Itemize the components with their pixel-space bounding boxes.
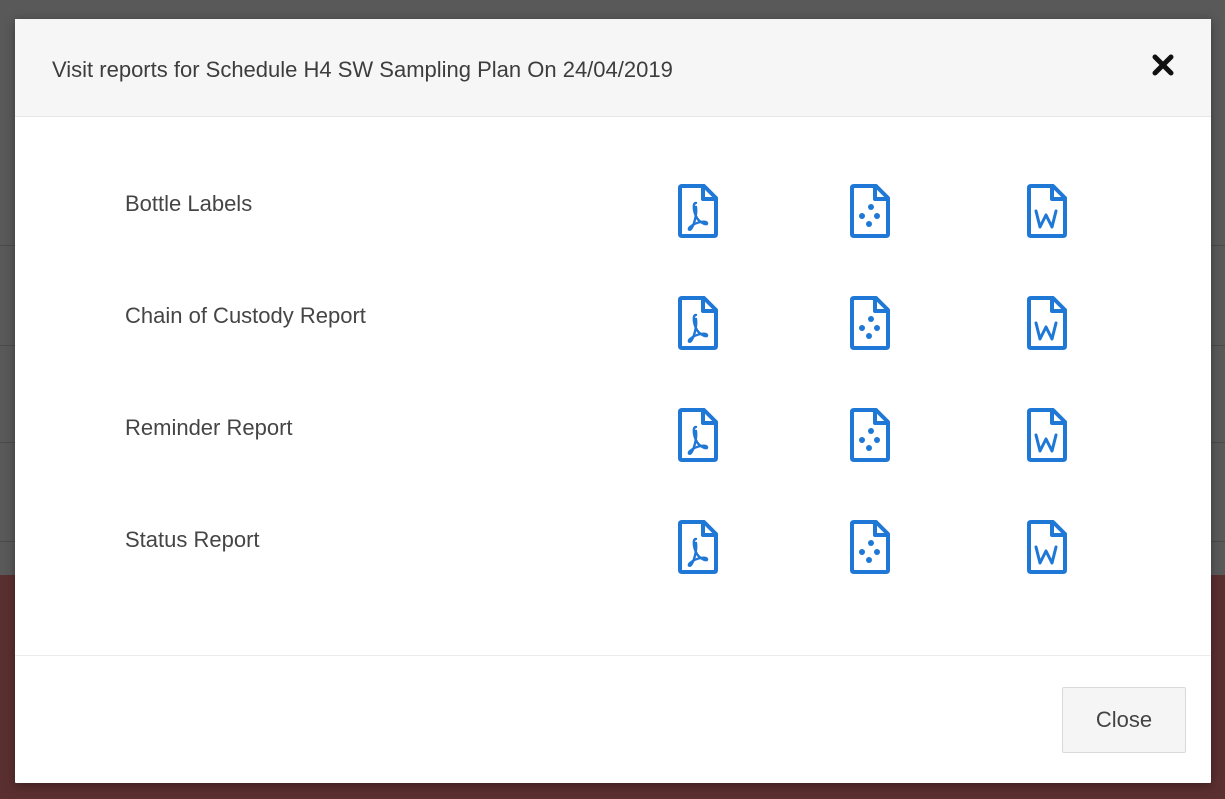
pdf-file-icon[interactable] <box>677 519 719 575</box>
close-x-icon[interactable] <box>1145 47 1181 83</box>
word-file-icon[interactable] <box>1026 519 1068 575</box>
close-button[interactable]: Close <box>1062 687 1186 753</box>
report-row: Status Report <box>15 453 1211 565</box>
modal-header: Visit reports for Schedule H4 SW Samplin… <box>15 19 1211 117</box>
report-row: Reminder Report <box>15 341 1211 453</box>
modal-footer: Close <box>15 655 1211 784</box>
modal-body: Bottle Labels Chain of Custody Report Re… <box>15 117 1211 654</box>
visit-reports-modal: Visit reports for Schedule H4 SW Samplin… <box>15 19 1211 783</box>
modal-title: Visit reports for Schedule H4 SW Samplin… <box>52 57 673 82</box>
report-row: Chain of Custody Report <box>15 229 1211 341</box>
report-label: Status Report <box>125 527 260 552</box>
report-label: Reminder Report <box>125 415 293 440</box>
report-label: Bottle Labels <box>125 191 253 216</box>
data-file-icon[interactable] <box>849 519 891 575</box>
report-row: Bottle Labels <box>15 117 1211 229</box>
report-label: Chain of Custody Report <box>125 303 366 328</box>
